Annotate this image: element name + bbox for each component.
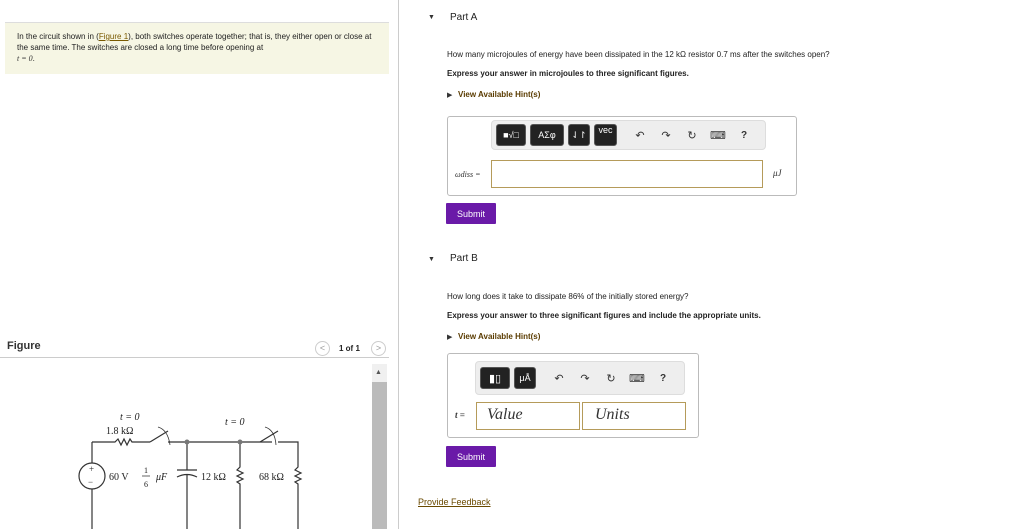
hint-expand-icon: ▶ — [447, 92, 453, 99]
svg-text:+: + — [89, 464, 94, 474]
units-button[interactable]: μÅ — [514, 367, 536, 389]
svg-text:μF: μF — [155, 472, 168, 483]
greek-symbols-button[interactable]: ΑΣφ — [530, 124, 564, 146]
part-a-math-toolbar: ■√□ ΑΣφ ⇃↾ vec ↶ ↷ ↻ ⌨ ? — [491, 120, 766, 150]
part-a-answer-input[interactable] — [491, 160, 763, 188]
part-b-math-toolbar: ▮▯ μÅ ↶ ↷ ↻ ⌨ ? — [475, 361, 685, 395]
templates-button[interactable]: ■√□ — [496, 124, 526, 146]
redo-icon[interactable]: ↷ — [655, 129, 677, 142]
svg-text:6: 6 — [144, 480, 148, 489]
collapse-part-a-icon[interactable]: ▼ — [428, 14, 435, 21]
part-a-instruction: Express your answer in microjoules to th… — [447, 69, 689, 78]
undo-icon[interactable]: ↶ — [629, 129, 651, 142]
part-b-variable-label: t = — [455, 410, 465, 420]
templates-button[interactable]: ▮▯ — [480, 367, 510, 389]
scroll-thumb[interactable] — [372, 382, 387, 529]
next-figure-button[interactable]: > — [371, 341, 386, 356]
provide-feedback-link[interactable]: Provide Feedback — [418, 497, 491, 507]
redo-icon[interactable]: ↷ — [574, 372, 596, 385]
reset-icon[interactable]: ↻ — [681, 129, 703, 142]
circuit-diagram: + − t = 0 t = 0 1.8 kΩ 60 V 1 6 μF 12 kΩ… — [78, 412, 303, 529]
svg-text:1.8 kΩ: 1.8 kΩ — [106, 426, 133, 437]
part-b-submit-button[interactable]: Submit — [446, 446, 496, 467]
part-a-variable-label: ωdiss = — [455, 170, 481, 179]
svg-text:t = 0: t = 0 — [225, 417, 245, 428]
part-b-value-input[interactable]: Value — [476, 402, 580, 430]
hint-expand-icon: ▶ — [447, 334, 453, 341]
part-a-question: How many microjoules of energy have been… — [447, 50, 830, 59]
figure-divider — [0, 357, 389, 358]
keyboard-icon[interactable]: ⌨ — [707, 129, 729, 142]
figure-label: Figure — [7, 340, 41, 352]
svg-text:60 V: 60 V — [109, 472, 129, 483]
panel-divider — [398, 0, 399, 529]
arrows-button[interactable]: ⇃↾ — [568, 124, 590, 146]
part-a-title[interactable]: Part A — [450, 12, 477, 23]
part-b-title[interactable]: Part B — [450, 253, 478, 264]
scroll-up-icon[interactable]: ▲ — [375, 369, 382, 376]
svg-text:12 kΩ: 12 kΩ — [201, 472, 226, 483]
problem-statement: In the circuit shown in (Figure 1), both… — [5, 22, 389, 74]
reset-icon[interactable]: ↻ — [600, 372, 622, 385]
vector-button[interactable]: vec — [594, 124, 617, 146]
figure-pager: 1 of 1 — [339, 344, 360, 353]
prev-figure-button[interactable]: < — [315, 341, 330, 356]
part-b-instruction: Express your answer to three significant… — [447, 311, 761, 320]
figure-link[interactable]: Figure 1 — [99, 32, 128, 41]
undo-icon[interactable]: ↶ — [548, 372, 570, 385]
part-a-submit-button[interactable]: Submit — [446, 203, 496, 224]
keyboard-icon[interactable]: ⌨ — [626, 372, 648, 385]
part-a-hint-link[interactable]: View Available Hint(s) — [458, 90, 540, 99]
svg-text:t = 0: t = 0 — [120, 412, 140, 423]
help-button[interactable]: ? — [652, 373, 674, 384]
part-b-units-input[interactable]: Units — [582, 402, 686, 430]
part-b-hint-link[interactable]: View Available Hint(s) — [458, 332, 540, 341]
collapse-part-b-icon[interactable]: ▼ — [428, 256, 435, 263]
part-b-question: How long does it take to dissipate 86% o… — [447, 292, 689, 301]
svg-text:1: 1 — [144, 466, 148, 475]
part-a-unit: μJ — [773, 168, 782, 178]
help-button[interactable]: ? — [733, 130, 755, 141]
svg-text:68 kΩ: 68 kΩ — [259, 472, 284, 483]
svg-text:−: − — [88, 477, 93, 487]
